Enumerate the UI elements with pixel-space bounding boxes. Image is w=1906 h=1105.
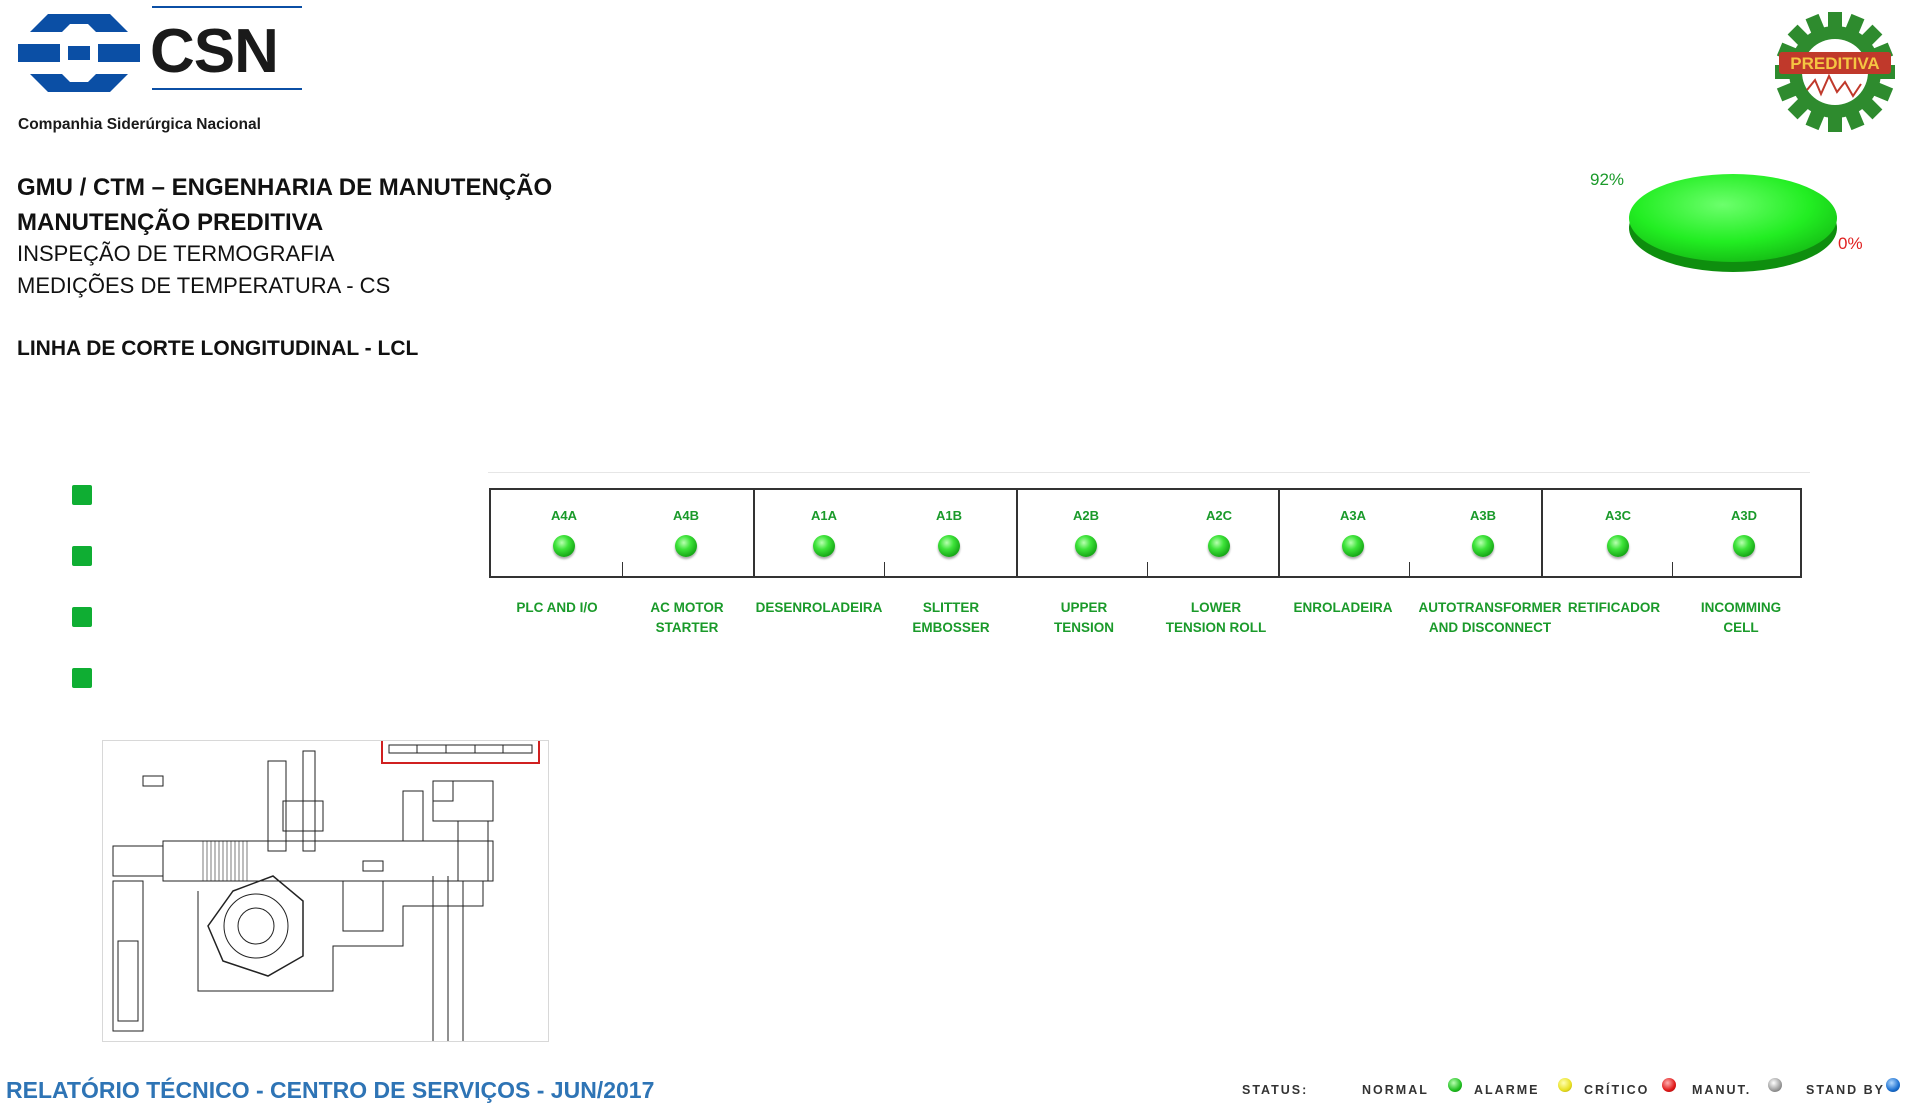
status-led-icon — [938, 535, 960, 557]
legend-status-label: STATUS: — [1242, 1083, 1309, 1097]
status-led-icon — [1607, 535, 1629, 557]
panel-code: A3D — [1730, 508, 1757, 523]
status-led-icon — [813, 535, 835, 557]
panel-code: A2C — [1205, 508, 1232, 523]
panel-code: A4A — [550, 508, 577, 523]
panel-code: A3B — [1469, 508, 1496, 523]
panel-half-divider — [1409, 562, 1410, 576]
header-line-1: GMU / CTM – ENGENHARIA DE MANUTENÇÃO — [17, 174, 553, 201]
panel-group-divider — [1016, 490, 1018, 576]
status-marker — [72, 485, 92, 505]
panel-desc-a1b: SLITTER EMBOSSER — [912, 600, 990, 635]
panel-cell-a3b[interactable]: A3B — [1423, 508, 1543, 557]
logo-brand-text: CSN — [150, 17, 279, 86]
pie-slice-normal — [1629, 174, 1837, 262]
panel-half-divider — [1147, 562, 1148, 576]
panel-half-divider — [1672, 562, 1673, 576]
panel-desc-a2b: UPPER TENSION — [1053, 600, 1114, 635]
panel-code: A1B — [935, 508, 962, 523]
legend-critico-label: CRÍTICO — [1584, 1083, 1650, 1097]
logo-top-rule — [152, 6, 302, 8]
legend-alarme-label: ALARME — [1474, 1083, 1540, 1097]
legend-standby-dot-icon — [1886, 1078, 1900, 1092]
legend-normal-label: NORMAL — [1362, 1083, 1429, 1097]
legend-manut-label: MANUT. — [1692, 1083, 1752, 1097]
badge-text: PREDITIVA — [1790, 54, 1879, 73]
panel-desc-a4a: PLC AND I/O — [516, 600, 598, 615]
status-marker — [72, 668, 92, 688]
status-led-icon — [1208, 535, 1230, 557]
header-line-4: MEDIÇÕES DE TEMPERATURA - CS — [17, 273, 391, 298]
panel-cell-a2b[interactable]: A2B — [1026, 508, 1146, 557]
panel-cell-a3c[interactable]: A3C — [1558, 508, 1678, 557]
panel-code: A3C — [1604, 508, 1631, 523]
status-legend: STATUS: NORMAL ALARME CRÍTICO MANUT. STA… — [1242, 1078, 1902, 1102]
pie-label-normal: 92% — [1590, 170, 1625, 189]
header-line-5: LINHA DE CORTE LONGITUDINAL - LCL — [17, 337, 419, 360]
panel-code: A1A — [810, 508, 837, 523]
panel-box: A4A A4B A1A A1B A2B A2C A3A A3B A3C A3D — [489, 488, 1802, 578]
panel-desc-a3d: INCOMMING CELL — [1700, 600, 1782, 635]
panel-cell-a3d[interactable]: A3D — [1684, 508, 1804, 557]
header-line-2: MANUTENÇÃO PREDITIVA — [17, 209, 324, 236]
highlight-inner — [388, 744, 533, 754]
legend-normal-dot-icon — [1448, 1078, 1462, 1092]
legend-critico-dot-icon — [1662, 1078, 1676, 1092]
panel-code: A2B — [1072, 508, 1099, 523]
status-led-icon — [553, 535, 575, 557]
panel-cell-a4a[interactable]: A4A — [504, 508, 624, 557]
legend-manut-dot-icon — [1768, 1078, 1782, 1092]
panel-desc-a4b: AC MOTOR STARTER — [650, 600, 724, 635]
status-led-icon — [1075, 535, 1097, 557]
panel-cell-a2c[interactable]: A2C — [1159, 508, 1279, 557]
csn-emblem-icon — [18, 14, 140, 92]
panel-desc-a3a: ENROLADEIRA — [1293, 600, 1393, 615]
logo-bottom-rule — [152, 88, 302, 90]
pie-svg — [1629, 174, 1837, 272]
status-pie-chart: 92% 0% — [1590, 150, 1863, 290]
plant-layout-svg — [112, 732, 540, 1041]
csn-logo: CSN Companhia Siderúrgica Nacional — [18, 6, 308, 136]
status-led-icon — [1472, 535, 1494, 557]
status-led-icon — [1342, 535, 1364, 557]
panel-cell-a1b[interactable]: A1B — [889, 508, 1009, 557]
status-marker — [72, 546, 92, 566]
plant-layout-drawing — [102, 732, 549, 1042]
legend-standby-label: STAND BY — [1806, 1083, 1885, 1097]
status-marker — [72, 607, 92, 627]
pie-label-critical: 0% — [1838, 234, 1863, 253]
preditiva-badge: PREDITIVA — [1775, 10, 1895, 134]
header-line-3: INSPEÇÃO DE TERMOGRAFIA — [17, 241, 335, 266]
legend-alarme-dot-icon — [1558, 1078, 1572, 1092]
panel-half-divider — [622, 562, 623, 576]
highlight-box — [381, 732, 540, 764]
panel-cell-a1a[interactable]: A1A — [764, 508, 884, 557]
report-title: RELATÓRIO TÉCNICO - CENTRO DE SERVIÇOS -… — [6, 1077, 655, 1103]
panel-code: A4B — [672, 508, 699, 523]
panel-half-divider — [884, 562, 885, 576]
gear-icon: PREDITIVA — [1775, 12, 1895, 132]
panel-cell-a3a[interactable]: A3A — [1293, 508, 1413, 557]
panel-cell-a4b[interactable]: A4B — [626, 508, 746, 557]
status-led-icon — [675, 535, 697, 557]
panel-code: A3A — [1339, 508, 1366, 523]
logo-subtitle: Companhia Siderúrgica Nacional — [18, 116, 261, 133]
panel-group-divider — [753, 490, 755, 576]
panel-desc-a1a: DESENROLADEIRA — [755, 600, 883, 615]
status-led-icon — [1733, 535, 1755, 557]
